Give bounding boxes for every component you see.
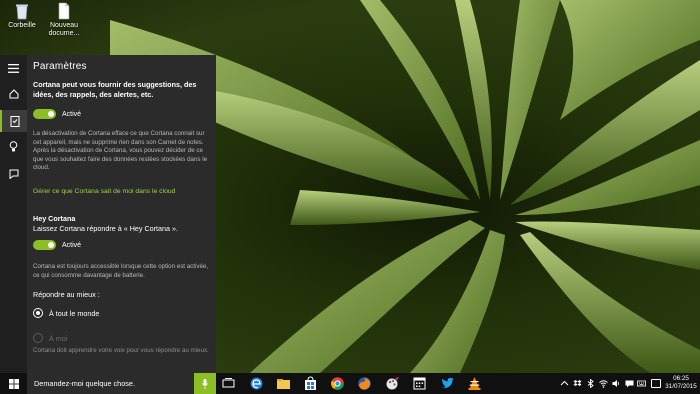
cortana-toggle-label: Activé <box>62 110 82 118</box>
recycle-bin-icon <box>16 4 28 20</box>
cortana-nav-rail <box>0 55 27 373</box>
manage-cloud-link[interactable]: Gérer ce que Cortana sait de moi dans le… <box>33 188 211 195</box>
respond-label: Répondre au mieux : <box>33 290 100 299</box>
start-button[interactable] <box>0 373 27 394</box>
taskbar: Demandez-moi quelque chose. 06:25 31/07/… <box>0 373 700 394</box>
chrome-icon[interactable] <box>330 376 345 391</box>
radio-everyone-label: À tout le monde <box>49 308 100 318</box>
settings-title: Paramètres <box>33 61 87 72</box>
radio-button-selected[interactable] <box>33 308 43 318</box>
notebook-button[interactable] <box>0 110 27 132</box>
keyboard-icon[interactable] <box>637 379 646 388</box>
vlc-icon[interactable] <box>467 376 482 391</box>
hey-cortana-title: Hey Cortana <box>33 214 76 223</box>
cortana-toggle-row[interactable]: Activé <box>33 109 211 119</box>
reminders-button[interactable] <box>0 135 27 157</box>
twitter-icon[interactable] <box>440 376 455 391</box>
cortana-toggle-switch[interactable] <box>33 109 56 119</box>
hey-cortana-toggle-switch[interactable] <box>33 240 56 250</box>
edge-icon[interactable] <box>249 376 264 391</box>
radio-button-disabled[interactable] <box>33 333 43 343</box>
desktop-icon-label: Corbeille <box>8 22 36 29</box>
file-explorer-icon[interactable] <box>276 376 291 391</box>
home-icon <box>9 89 18 99</box>
radio-me-label: À moi <box>49 333 68 343</box>
windows-logo-icon <box>8 378 19 389</box>
microphone-button[interactable] <box>194 373 216 394</box>
microphone-icon <box>202 378 208 389</box>
clock-date: 31/07/2015 <box>665 383 697 390</box>
lightbulb-icon <box>9 140 18 151</box>
hamburger-menu-button[interactable] <box>0 57 27 79</box>
hey-cortana-battery-note: Cortana est toujours accessible lorsque … <box>33 263 209 279</box>
cortana-search-box[interactable]: Demandez-moi quelque chose. <box>27 373 216 394</box>
volume-icon[interactable] <box>612 379 621 388</box>
calendar-icon[interactable] <box>412 376 427 391</box>
dropbox-icon[interactable] <box>573 379 582 388</box>
clock[interactable]: 06:25 31/07/2015 <box>664 375 698 391</box>
hey-cortana-toggle-label: Activé <box>62 241 82 249</box>
cortana-intro-text: Cortana peut vous fournir des suggestion… <box>33 80 197 99</box>
cortana-panel: Paramètres Cortana peut vous fournir des… <box>0 55 216 373</box>
store-icon[interactable] <box>303 376 318 391</box>
desktop-icon-new-document[interactable]: Nouveau docume... <box>42 2 86 38</box>
paint-icon[interactable] <box>385 376 400 391</box>
bluetooth-icon[interactable] <box>586 379 595 388</box>
firefox-icon[interactable] <box>357 376 372 391</box>
cortana-disable-description: La désactivation de Cortana efface ce qu… <box>33 130 208 172</box>
voice-learning-note: Cortana doit apprendre votre voix pour v… <box>33 347 209 354</box>
wifi-icon[interactable] <box>599 379 608 388</box>
cortana-settings-content: Paramètres Cortana peut vous fournir des… <box>27 55 216 373</box>
radio-me[interactable]: À moi <box>33 333 211 343</box>
desktop-icon-recycle-bin[interactable]: Corbeille <box>0 2 44 30</box>
desktop-icon-label: Nouveau docume... <box>48 22 80 37</box>
document-icon <box>58 2 70 20</box>
action-center-icon[interactable] <box>651 379 661 388</box>
show-hidden-icons-icon[interactable] <box>560 379 569 388</box>
radio-everyone[interactable]: À tout le monde <box>33 308 211 318</box>
clock-time: 06:25 <box>673 375 689 382</box>
hamburger-menu-icon <box>8 63 19 73</box>
message-icon[interactable] <box>625 379 634 388</box>
notebook-icon <box>10 115 19 127</box>
task-view-icon[interactable] <box>221 376 236 391</box>
hey-cortana-description: Laissez Cortana répondre à « Hey Cortana… <box>33 224 179 233</box>
feedback-button[interactable] <box>0 163 27 185</box>
hey-cortana-toggle-row[interactable]: Activé <box>33 240 211 250</box>
feedback-icon <box>9 169 19 179</box>
home-button[interactable] <box>0 83 27 105</box>
